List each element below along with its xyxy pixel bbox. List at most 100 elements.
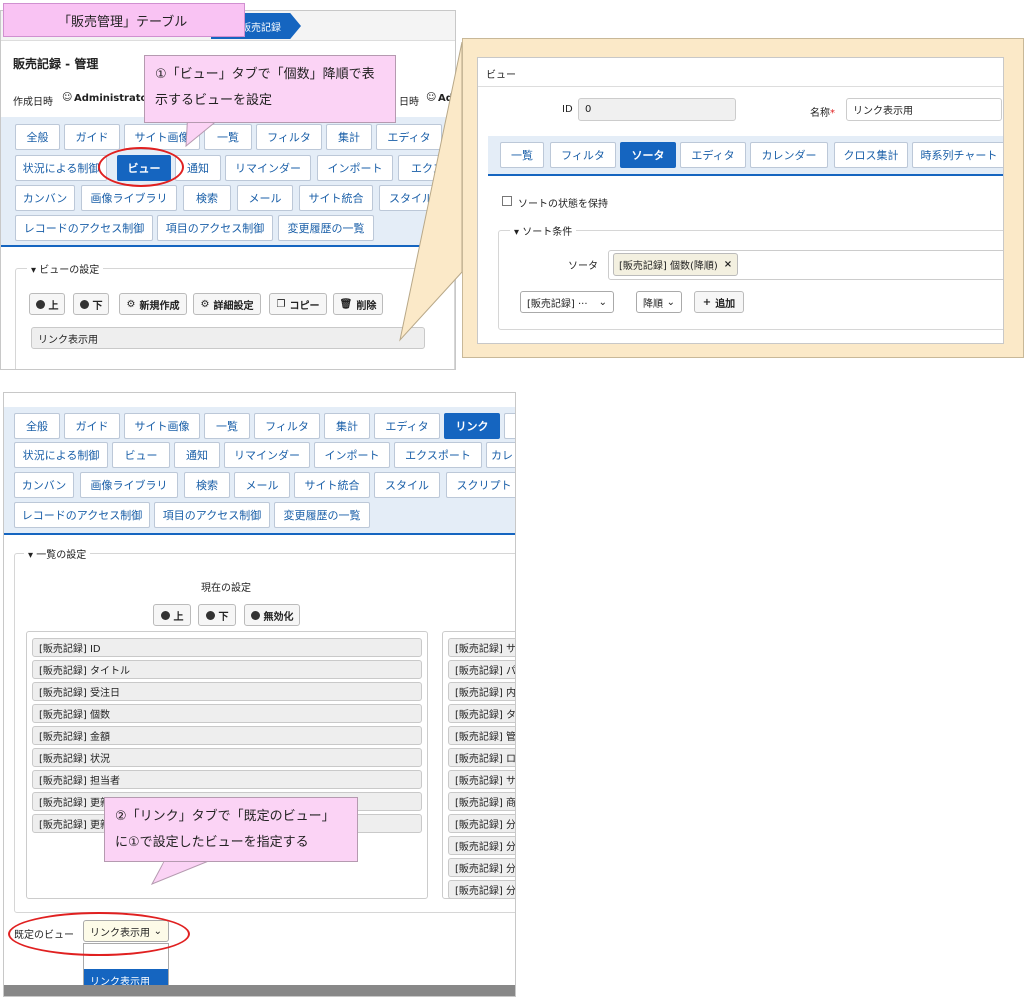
view-settings-fieldset — [15, 268, 455, 369]
tab-style[interactable]: スタイル — [374, 472, 440, 498]
chevron-down-icon: ⌄ — [598, 296, 607, 308]
move-down-button[interactable]: 下 — [198, 604, 236, 626]
up-icon — [35, 299, 45, 309]
name-input[interactable]: リンク表示用 — [846, 98, 1002, 121]
disable-button[interactable]: 無効化 — [244, 604, 300, 626]
tab-filter[interactable]: フィルタ — [256, 124, 322, 150]
tab-site-integration[interactable]: サイト統合 — [299, 185, 373, 211]
tab-calendar[interactable]: カレ — [486, 442, 515, 468]
select-value: 降順 — [643, 298, 663, 310]
list-item[interactable]: [販売記録] サ — [448, 770, 515, 789]
advanced-settings-button[interactable]: ⚙ 詳細設定 — [193, 293, 261, 315]
tab-mail[interactable]: メール — [234, 472, 290, 498]
list-item[interactable]: [販売記録] サ — [448, 638, 515, 657]
move-up-button[interactable]: 上 — [29, 293, 65, 315]
required-mark: * — [830, 108, 835, 119]
list-item[interactable]: [販売記録] 商 — [448, 792, 515, 811]
list-item[interactable]: [販売記録] 金額 — [32, 726, 422, 745]
tab-notification[interactable]: 通知 — [174, 442, 220, 468]
tab-history[interactable]: 変更履歴の一覧 — [274, 502, 370, 528]
list-item[interactable]: [販売記録] 受注日 — [32, 682, 422, 701]
tab-aggregate[interactable]: 集計 — [326, 124, 372, 150]
tab-script[interactable]: スクリプト — [446, 472, 515, 498]
tab-list[interactable]: 一覧 — [204, 413, 250, 439]
move-down-button[interactable]: 下 — [73, 293, 109, 315]
list-item[interactable]: [販売記録] 分 — [448, 858, 515, 877]
tab-search[interactable]: 検索 — [183, 185, 231, 211]
tab-guide[interactable]: ガイド — [64, 413, 120, 439]
tab-kanban[interactable]: カンバン — [15, 185, 75, 211]
list-item[interactable]: [販売記録] パ — [448, 660, 515, 679]
list-item[interactable]: [販売記録] 内 — [448, 682, 515, 701]
keep-sort-checkbox[interactable] — [502, 196, 512, 206]
list-item[interactable]: [販売記録] ロ — [448, 748, 515, 767]
dialog-tab-editor[interactable]: エディタ — [680, 142, 746, 168]
chevron-down-icon: ⌄ — [666, 296, 675, 308]
tab-export[interactable]: エクスポート — [394, 442, 482, 468]
tab-guide[interactable]: ガイド — [64, 124, 120, 150]
tab-record-access[interactable]: レコードのアクセス制御 — [15, 215, 153, 241]
delete-button[interactable]: 🗑 削除 — [333, 293, 383, 315]
tab-kanban[interactable]: カンバン — [14, 472, 74, 498]
view-list-item[interactable]: リンク表示用 — [31, 327, 425, 349]
tab-site-image[interactable]: サイト画像 — [124, 413, 200, 439]
tab-import[interactable]: インポート — [317, 155, 393, 181]
tab-site-integration[interactable]: サイト統合 — [294, 472, 370, 498]
sorter-chip[interactable]: [販売記録] 個数(降順) × — [613, 253, 739, 276]
sort-column-select[interactable]: [販売記録] ··· ⌄ — [520, 291, 614, 313]
dialog-tab-sorter[interactable]: ソータ — [620, 142, 676, 168]
tab-history[interactable]: 変更履歴の一覧 — [278, 215, 374, 241]
tab-image-library[interactable]: 画像ライブラリ — [81, 185, 177, 211]
list-item[interactable]: [販売記録] 分 — [448, 814, 515, 833]
sort-order-select[interactable]: 降順 ⌄ — [636, 291, 682, 313]
dialog-tab-timeseries[interactable]: 時系列チャート — [912, 142, 1003, 168]
list-item[interactable]: [販売記録] 担当者 — [32, 770, 422, 789]
trash-icon: 🗑 — [339, 298, 353, 310]
add-button[interactable]: + 追加 — [694, 291, 744, 313]
button-label: 削除 — [356, 300, 377, 312]
dialog-tab-cross-tab[interactable]: クロス集計 — [834, 142, 908, 168]
list-item[interactable]: [販売記録] 分 — [448, 880, 515, 899]
dialog-title: ビュー — [486, 70, 516, 81]
id-label: ID — [562, 104, 573, 115]
list-item[interactable]: [販売記録] 管 — [448, 726, 515, 745]
list-item[interactable]: [販売記録] 個数 — [32, 704, 422, 723]
tab-general[interactable]: 全般 — [15, 124, 60, 150]
dialog-tab-filter[interactable]: フィルタ — [550, 142, 616, 168]
tab-column-access[interactable]: 項目のアクセス制御 — [157, 215, 273, 241]
tab-aggregate[interactable]: 集計 — [324, 413, 370, 439]
list-item[interactable]: [販売記録] 分 — [448, 836, 515, 855]
dialog-tab-list[interactable]: 一覧 — [500, 142, 544, 168]
tab-view[interactable]: ビュー — [112, 442, 170, 468]
callout-2-pointer — [150, 858, 217, 885]
list-item[interactable]: [販売記録] ID — [32, 638, 422, 657]
tab-status-control[interactable]: 状況による制御 — [15, 155, 107, 181]
tab-mail[interactable]: メール — [237, 185, 293, 211]
button-label: 新規作成 — [139, 300, 180, 312]
tab-image-library[interactable]: 画像ライブラリ — [80, 472, 178, 498]
tab-status-control[interactable]: 状況による制御 — [14, 442, 108, 468]
tab-editor[interactable]: エディタ — [374, 413, 440, 439]
tab-more[interactable] — [504, 413, 515, 439]
tab-link[interactable]: リンク — [444, 413, 500, 439]
list-item[interactable]: [販売記録] タイトル — [32, 660, 422, 679]
user-icon: ☺ — [62, 92, 73, 103]
dialog-tab-calendar[interactable]: カレンダー — [750, 142, 828, 168]
tab-column-access[interactable]: 項目のアクセス制御 — [154, 502, 270, 528]
tab-import[interactable]: インポート — [314, 442, 390, 468]
close-icon[interactable]: × — [724, 259, 732, 270]
caret-down-icon: ▾ — [28, 550, 37, 561]
new-button[interactable]: ⚙ 新規作成 — [119, 293, 187, 315]
move-up-button[interactable]: 上 — [153, 604, 191, 626]
tab-filter[interactable]: フィルタ — [254, 413, 320, 439]
tab-search[interactable]: 検索 — [184, 472, 230, 498]
tab-general[interactable]: 全般 — [14, 413, 60, 439]
list-item[interactable]: [販売記録] タ — [448, 704, 515, 723]
tab-reminder[interactable]: リマインダー — [225, 155, 311, 181]
tab-record-access[interactable]: レコードのアクセス制御 — [14, 502, 150, 528]
current-setting-label: 現在の設定 — [201, 583, 251, 594]
list-item[interactable]: [販売記録] 状況 — [32, 748, 422, 767]
sorter-label: ソータ — [568, 261, 598, 272]
copy-button[interactable]: ❐ コピー — [269, 293, 327, 315]
tab-reminder[interactable]: リマインダー — [224, 442, 310, 468]
